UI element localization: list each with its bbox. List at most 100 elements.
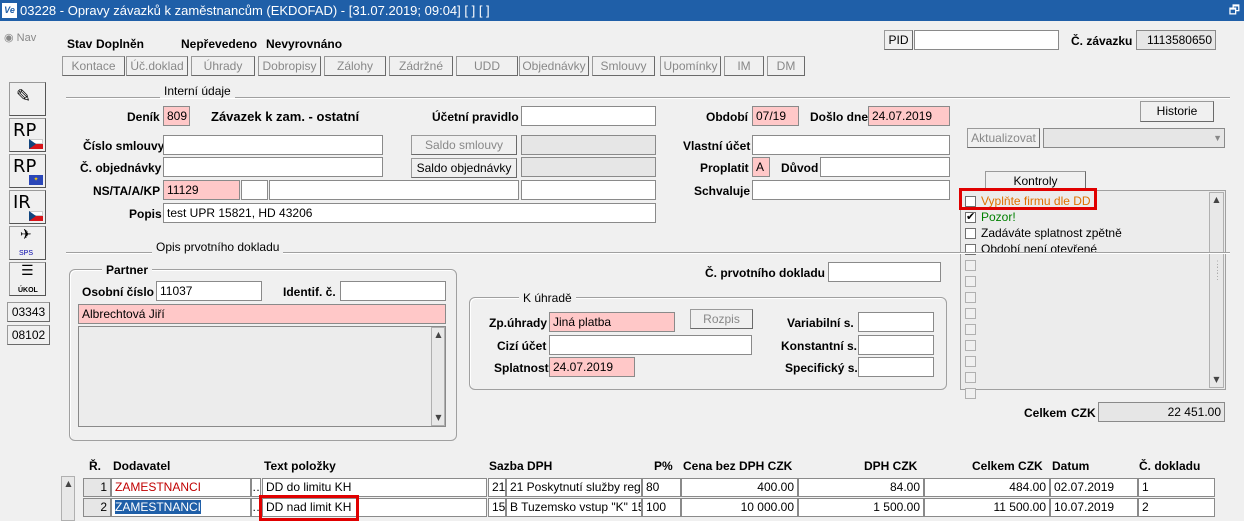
kontroly-scrollbar[interactable]: ▲ ▼ ⋮ ⋮ ⋮ bbox=[1209, 192, 1224, 388]
variabilni-input[interactable] bbox=[858, 312, 934, 332]
scroll-up-icon[interactable]: ▲ bbox=[1211, 194, 1222, 206]
table-cell-doklad[interactable]: 2 bbox=[1138, 498, 1215, 517]
table-cell-datum[interactable]: 02.07.2019 bbox=[1050, 478, 1138, 497]
table-cell-sazba-text[interactable]: B Tuzemsko vstup "K" 15 bbox=[506, 498, 642, 517]
table-cell-r[interactable]: 2 bbox=[83, 498, 111, 517]
saldo-smlouvy-input[interactable] bbox=[521, 135, 656, 155]
cizi-ucet-input[interactable] bbox=[549, 335, 752, 355]
ukol-button[interactable]: ☰ ÚKOL bbox=[9, 262, 46, 296]
saldo-objednavky-button[interactable]: Saldo objednávky bbox=[411, 158, 517, 178]
toolbar-button[interactable]: IM bbox=[724, 56, 764, 76]
kontrola-checkbox[interactable] bbox=[965, 340, 976, 351]
rozpis-button[interactable]: Rozpis bbox=[690, 309, 753, 329]
toolbar-button[interactable]: Úhrady bbox=[191, 56, 255, 76]
kontrola-checkbox[interactable] bbox=[965, 388, 976, 399]
splatnost-input[interactable]: 24.07.2019 bbox=[549, 357, 635, 377]
prvotni-doklad-input[interactable] bbox=[828, 262, 941, 282]
sps-button[interactable]: ✈ SPS bbox=[9, 226, 46, 260]
toolbar-button[interactable]: Dobropisy bbox=[258, 56, 321, 76]
kontrola-checkbox[interactable] bbox=[965, 228, 976, 239]
historie-button[interactable]: Historie bbox=[1140, 101, 1214, 122]
ir-cz-button[interactable]: IR bbox=[9, 190, 46, 224]
vlastni-ucet-input[interactable] bbox=[752, 135, 950, 155]
table-cell-p[interactable]: 100 bbox=[642, 498, 681, 517]
table-cell-celkem[interactable]: 11 500.00 bbox=[924, 498, 1050, 517]
zpusob-uhrady-input[interactable]: Jiná platba bbox=[549, 312, 675, 332]
zavazek-input[interactable]: 1113580650 bbox=[1136, 30, 1216, 50]
nav-toggle[interactable]: ◉ Nav bbox=[4, 31, 36, 45]
aktualizovat-button[interactable]: Aktualizovat bbox=[967, 128, 1040, 148]
rp-cz-button[interactable]: RP bbox=[9, 118, 46, 152]
ta-input[interactable] bbox=[241, 180, 268, 200]
table-cell-sazba-code[interactable]: 15 bbox=[488, 498, 506, 517]
schvaluje-input[interactable] bbox=[752, 180, 950, 200]
celkem-value: 22 451.00 bbox=[1098, 402, 1225, 422]
side-number-button[interactable]: 03343 bbox=[7, 302, 50, 322]
kontrola-checkbox[interactable] bbox=[965, 324, 976, 335]
table-cell-sazba-text[interactable]: 21 Poskytnutí služby reg bbox=[506, 478, 642, 497]
table-cell-dph[interactable]: 1 500.00 bbox=[798, 498, 924, 517]
scroll-up-icon[interactable]: ▲ bbox=[433, 329, 444, 341]
proplatit-input[interactable]: A bbox=[752, 157, 770, 177]
toolbar-button[interactable]: Úč.doklad bbox=[126, 56, 188, 76]
table-cell-p[interactable]: 80 bbox=[642, 478, 681, 497]
table-cell-cena[interactable]: 10 000.00 bbox=[681, 498, 798, 517]
scroll-down-icon[interactable]: ▼ bbox=[1211, 374, 1222, 386]
partner-address-area[interactable] bbox=[78, 326, 446, 427]
toolbar-button[interactable]: Upomínky bbox=[660, 56, 721, 76]
table-cell-dph[interactable]: 84.00 bbox=[798, 478, 924, 497]
table-cell-doklad[interactable]: 1 bbox=[1138, 478, 1215, 497]
table-cell-dodavatel[interactable]: ZAMESTNANCI bbox=[111, 478, 251, 497]
duvod-input[interactable] bbox=[820, 157, 950, 177]
scroll-up-icon[interactable]: ▲ bbox=[63, 478, 74, 490]
kontrola-checkbox[interactable] bbox=[965, 260, 976, 271]
osobni-cislo-input[interactable]: 11037 bbox=[156, 281, 262, 301]
proplatit-label: Proplatit bbox=[700, 161, 749, 175]
table-cell-dodavatel[interactable]: ZAMESTNANCI bbox=[111, 498, 251, 517]
kp-input[interactable] bbox=[521, 180, 656, 200]
ns-name-input[interactable] bbox=[269, 180, 519, 200]
kontrola-checkbox[interactable] bbox=[965, 356, 976, 367]
kontrola-checkbox[interactable] bbox=[965, 276, 976, 287]
table-cell-datum[interactable]: 10.07.2019 bbox=[1050, 498, 1138, 517]
pid-button[interactable]: PID bbox=[884, 30, 913, 50]
denik-code-input[interactable]: 809 bbox=[163, 106, 190, 126]
toolbar-button[interactable]: UDD bbox=[456, 56, 518, 76]
hand-tool-button[interactable]: ✎ bbox=[9, 82, 46, 116]
rp-eu-button[interactable]: RP ✦ bbox=[9, 154, 46, 188]
popis-input[interactable]: test UPR 15821, HD 43206 bbox=[163, 203, 656, 223]
table-cell-r[interactable]: 1 bbox=[83, 478, 111, 497]
cislo-objednavky-input[interactable] bbox=[163, 157, 383, 177]
saldo-smlouvy-button[interactable]: Saldo smlouvy bbox=[411, 135, 517, 155]
ucetni-pravidlo-input[interactable] bbox=[521, 106, 656, 126]
kontrola-checkbox[interactable] bbox=[965, 372, 976, 383]
table-cell-sazba-code[interactable]: 21 bbox=[488, 478, 506, 497]
specificky-input[interactable] bbox=[858, 357, 934, 377]
obdobi-input[interactable]: 07/19 bbox=[752, 106, 799, 126]
aktualizovat-select[interactable]: ▼ bbox=[1043, 128, 1225, 148]
table-scrollbar[interactable]: ▲ bbox=[61, 476, 75, 521]
doslo-dne-input[interactable]: 24.07.2019 bbox=[868, 106, 950, 126]
toolbar-button[interactable]: Zádržné bbox=[389, 56, 453, 76]
side-number-button[interactable]: 08102 bbox=[7, 325, 50, 345]
toolbar-button[interactable]: DM bbox=[767, 56, 805, 76]
ns-input[interactable]: 11129 bbox=[163, 180, 240, 200]
partner-name-input[interactable]: Albrechtová Jiří bbox=[78, 304, 446, 324]
konstantni-input[interactable] bbox=[858, 335, 934, 355]
kontrola-checkbox[interactable] bbox=[965, 292, 976, 303]
table-cell-celkem[interactable]: 484.00 bbox=[924, 478, 1050, 497]
saldo-objednavky-input[interactable] bbox=[521, 157, 656, 177]
scroll-down-icon[interactable]: ▼ bbox=[433, 412, 444, 424]
toolbar-button[interactable]: Objednávky bbox=[519, 56, 589, 76]
toolbar-button[interactable]: Zálohy bbox=[324, 56, 386, 76]
partner-scrollbar[interactable]: ▲ ▼ bbox=[431, 327, 445, 426]
restore-window-icon[interactable]: 🗗 bbox=[1229, 0, 1240, 21]
kontrola-checkbox[interactable] bbox=[965, 210, 976, 223]
identif-input[interactable] bbox=[340, 281, 446, 301]
table-cell-cena[interactable]: 400.00 bbox=[681, 478, 798, 497]
cislo-smlouvy-input[interactable] bbox=[163, 135, 383, 155]
toolbar-button[interactable]: Smlouvy bbox=[592, 56, 655, 76]
pid-input[interactable] bbox=[914, 30, 1059, 50]
toolbar-button[interactable]: Kontace bbox=[62, 56, 125, 76]
kontrola-checkbox[interactable] bbox=[965, 308, 976, 319]
